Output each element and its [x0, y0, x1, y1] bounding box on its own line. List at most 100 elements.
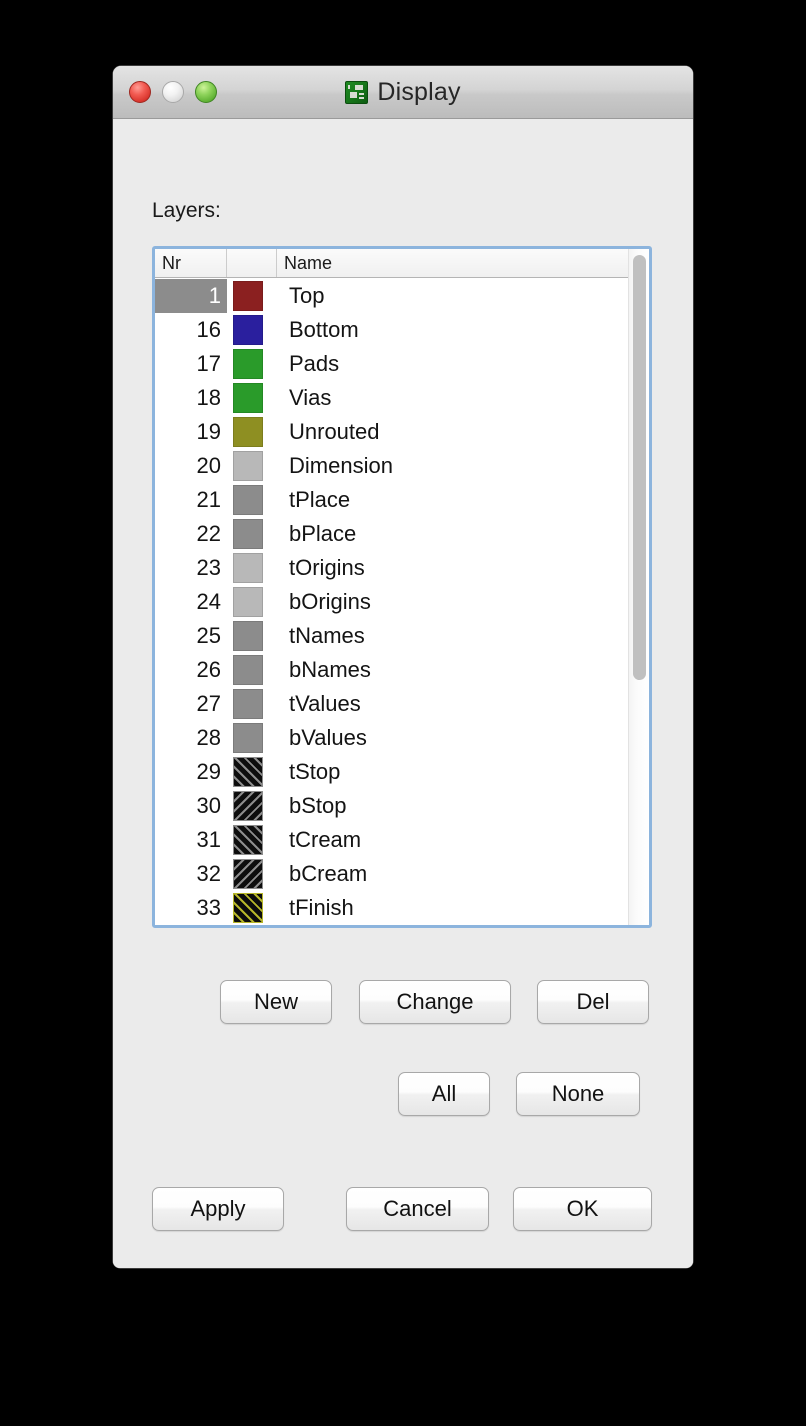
layer-color-cell[interactable]: [227, 553, 277, 583]
layer-number: 16: [196, 317, 221, 342]
layer-number: 23: [196, 555, 221, 580]
layer-number: 20: [196, 453, 221, 478]
layer-name: Pads: [289, 351, 340, 376]
none-button[interactable]: None: [516, 1072, 640, 1116]
layer-color-swatch: [233, 655, 263, 685]
all-button[interactable]: All: [398, 1072, 490, 1116]
layer-color-cell[interactable]: [227, 587, 277, 617]
table-row[interactable]: 17 Pads: [155, 347, 649, 381]
close-button[interactable]: [129, 81, 151, 103]
table-row[interactable]: 24 bOrigins: [155, 585, 649, 619]
layer-color-swatch: [233, 417, 263, 447]
table-row[interactable]: 32 bCream: [155, 857, 649, 891]
layer-color-cell[interactable]: [227, 757, 277, 787]
layer-color-swatch: [233, 485, 263, 515]
layer-name: bCream: [289, 861, 368, 886]
column-header-color[interactable]: [227, 249, 277, 277]
layer-color-cell[interactable]: [227, 349, 277, 379]
layer-number: 27: [196, 691, 221, 716]
table-row[interactable]: 31 tCream: [155, 823, 649, 857]
table-row[interactable]: 26 bNames: [155, 653, 649, 687]
layer-color-cell[interactable]: [227, 519, 277, 549]
layer-name: tFinish: [289, 895, 354, 920]
layer-color-cell[interactable]: [227, 825, 277, 855]
layer-color-cell[interactable]: [227, 689, 277, 719]
layer-color-swatch: [233, 825, 263, 855]
zoom-button[interactable]: [195, 81, 217, 103]
layer-color-cell[interactable]: [227, 893, 277, 923]
layer-number: 31: [196, 827, 221, 852]
layer-color-cell[interactable]: [227, 655, 277, 685]
layer-color-swatch: [233, 383, 263, 413]
layers-listbox[interactable]: Nr Name 1 Top 16 Bottom 17 Pads 18 Vias 19 Unrout…: [152, 246, 652, 928]
layer-name: bOrigins: [289, 589, 371, 614]
table-row[interactable]: 27 tValues: [155, 687, 649, 721]
layer-number: 29: [196, 759, 221, 784]
table-row[interactable]: 18 Vias: [155, 381, 649, 415]
layer-name: tOrigins: [289, 555, 365, 580]
window-controls: [129, 81, 217, 103]
minimize-button[interactable]: [162, 81, 184, 103]
layer-name: bPlace: [289, 521, 357, 546]
layer-color-swatch: [233, 553, 263, 583]
layer-color-swatch: [233, 281, 263, 311]
window-title: Display: [377, 77, 461, 106]
apply-button[interactable]: Apply: [152, 1187, 284, 1231]
layer-number: 18: [196, 385, 221, 410]
layer-number: 17: [196, 351, 221, 376]
layer-number: 24: [196, 589, 221, 614]
pcb-board-icon: [345, 80, 369, 104]
layer-color-swatch: [233, 723, 263, 753]
window-titlebar[interactable]: Display: [113, 66, 693, 119]
layer-name: bStop: [289, 793, 347, 818]
layer-number: 21: [196, 487, 221, 512]
table-row[interactable]: 25 tNames: [155, 619, 649, 653]
layer-number: 32: [196, 861, 221, 886]
layer-color-swatch: [233, 587, 263, 617]
layer-color-swatch: [233, 757, 263, 787]
layer-name: tStop: [289, 759, 341, 784]
del-button[interactable]: Del: [537, 980, 649, 1024]
layer-number: 19: [196, 419, 221, 444]
table-row[interactable]: 33 tFinish: [155, 891, 649, 925]
layer-color-cell[interactable]: [227, 621, 277, 651]
layer-name: tValues: [289, 691, 361, 716]
table-row[interactable]: 20 Dimension: [155, 449, 649, 483]
layer-number: 26: [196, 657, 221, 682]
table-row[interactable]: 29 tStop: [155, 755, 649, 789]
layer-color-cell[interactable]: [227, 791, 277, 821]
layer-color-swatch: [233, 519, 263, 549]
table-row[interactable]: 30 bStop: [155, 789, 649, 823]
layer-name: Dimension: [289, 453, 393, 478]
layer-color-cell[interactable]: [227, 451, 277, 481]
layer-color-swatch: [233, 689, 263, 719]
layers-list-rows: 1 Top 16 Bottom 17 Pads 18 Vias 19 Unrouted 20 Dime…: [155, 279, 649, 925]
table-row[interactable]: 21 tPlace: [155, 483, 649, 517]
table-row[interactable]: 28 bValues: [155, 721, 649, 755]
layer-color-cell[interactable]: [227, 315, 277, 345]
column-header-name[interactable]: Name: [277, 249, 649, 277]
layer-color-cell[interactable]: [227, 859, 277, 889]
layer-name: bNames: [289, 657, 371, 682]
layer-color-cell[interactable]: [227, 417, 277, 447]
table-row[interactable]: 19 Unrouted: [155, 415, 649, 449]
layer-color-cell[interactable]: [227, 281, 277, 311]
column-header-nr[interactable]: Nr: [155, 249, 227, 277]
layer-name: Unrouted: [289, 419, 380, 444]
layer-name: tNames: [289, 623, 365, 648]
layer-color-cell[interactable]: [227, 383, 277, 413]
table-row[interactable]: 22 bPlace: [155, 517, 649, 551]
change-button[interactable]: Change: [359, 980, 511, 1024]
table-row[interactable]: 1 Top: [155, 279, 649, 313]
table-row[interactable]: 23 tOrigins: [155, 551, 649, 585]
table-row[interactable]: 16 Bottom: [155, 313, 649, 347]
new-button[interactable]: New: [220, 980, 332, 1024]
layer-name: Bottom: [289, 317, 359, 342]
ok-button[interactable]: OK: [513, 1187, 652, 1231]
scrollbar-thumb[interactable]: [633, 255, 646, 680]
cancel-button[interactable]: Cancel: [346, 1187, 489, 1231]
layer-color-cell[interactable]: [227, 485, 277, 515]
layer-color-swatch: [233, 859, 263, 889]
layer-color-cell[interactable]: [227, 723, 277, 753]
layers-scrollbar[interactable]: [628, 249, 649, 925]
